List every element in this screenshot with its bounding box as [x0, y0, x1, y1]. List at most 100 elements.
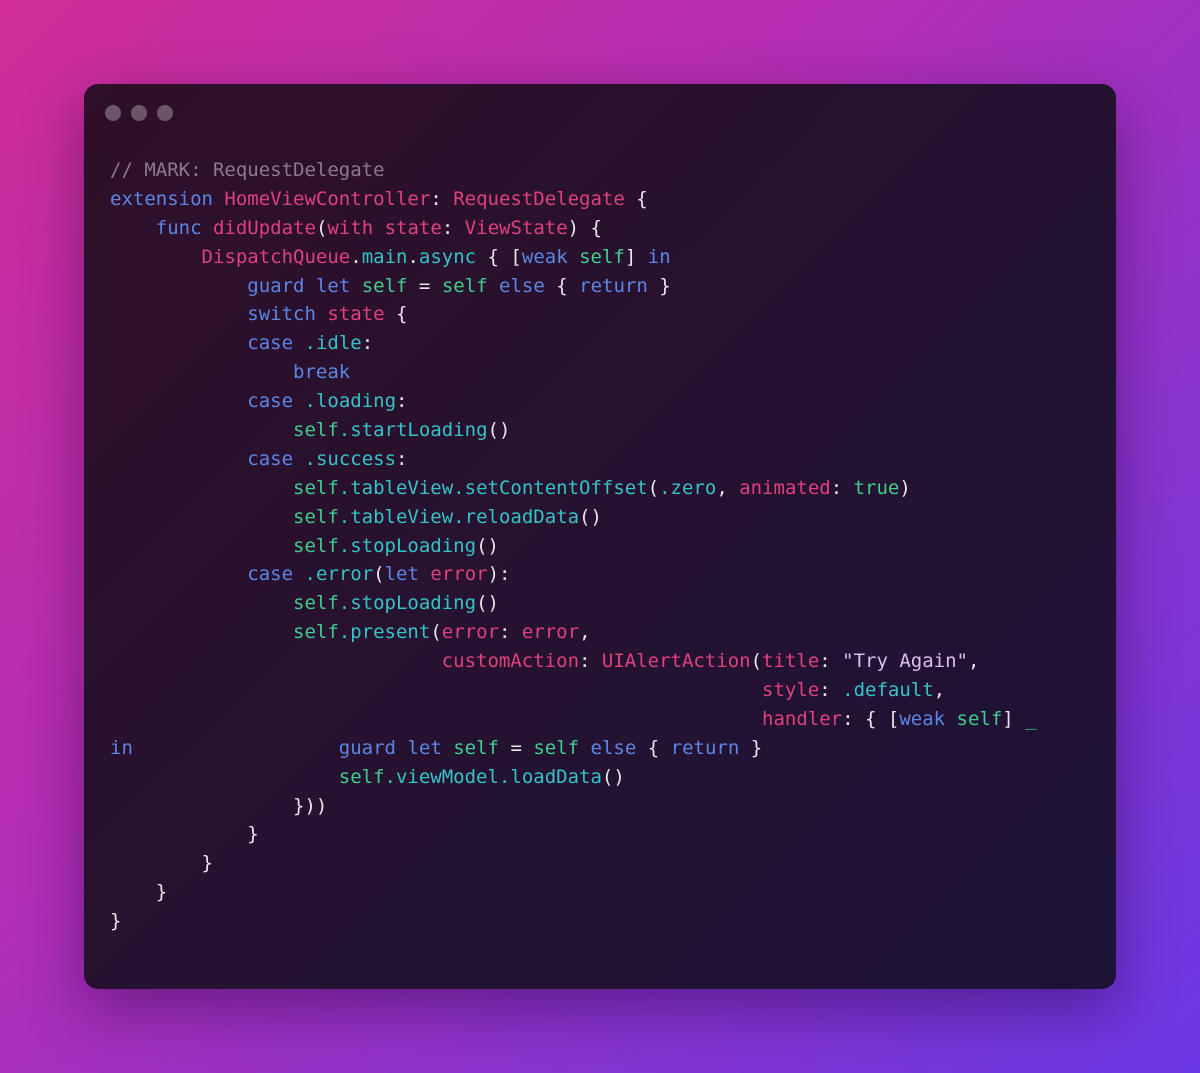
code-line: self.stopLoading() — [110, 589, 1037, 618]
identifier-token: DispatchQueue — [201, 245, 351, 268]
punctuation-token — [110, 332, 247, 354]
punctuation-token: ) — [899, 476, 911, 499]
member-token: .viewModel.loadData — [384, 765, 602, 788]
punctuation-token — [133, 737, 339, 759]
code-line: } — [110, 820, 1037, 849]
code-line: // MARK: RequestDelegate — [110, 156, 1037, 185]
punctuation-token — [110, 361, 293, 383]
member-token: .loading — [304, 390, 397, 413]
code-line: } — [110, 878, 1037, 907]
keyword-token: func — [155, 216, 202, 239]
self-token: self — [293, 592, 339, 615]
self-token: self — [293, 476, 339, 499]
code-line: self.viewModel.loadData() — [110, 763, 1037, 792]
keyword-token: guard — [338, 736, 396, 759]
punctuation-token: : — [498, 621, 522, 644]
punctuation-token — [202, 217, 213, 239]
member-token: .success — [304, 447, 397, 470]
punctuation-token: { [ — [476, 245, 522, 268]
identifier-token: error — [441, 621, 499, 644]
identifier-token: animated — [739, 476, 831, 499]
code-line: in guard let self = self else { return } — [110, 734, 1037, 763]
member-token: .error — [304, 563, 374, 586]
punctuation-token — [568, 246, 579, 268]
punctuation-token — [442, 737, 453, 759]
punctuation-token — [213, 188, 224, 210]
member-token: .present — [338, 621, 431, 644]
keyword-token: in — [110, 736, 133, 759]
punctuation-token: : { [ — [842, 707, 900, 730]
punctuation-token — [110, 621, 293, 643]
punctuation-token: ( — [430, 621, 442, 644]
comment-token: // MARK: RequestDelegate — [110, 159, 385, 181]
self-token: self — [453, 736, 499, 759]
punctuation-token: } — [110, 881, 168, 904]
punctuation-token — [110, 535, 293, 557]
punctuation-token: = — [499, 736, 534, 759]
code-line: case .success: — [110, 445, 1037, 474]
string-token: "Try Again" — [842, 650, 969, 673]
punctuation-token — [110, 246, 202, 268]
punctuation-token: . — [407, 245, 419, 268]
punctuation-token: ): — [487, 563, 511, 586]
punctuation-token: { — [624, 187, 648, 210]
code-line: style: .default, — [110, 676, 1037, 705]
punctuation-token — [110, 563, 247, 585]
member-token: main — [361, 245, 408, 268]
self-token: self — [293, 419, 339, 442]
punctuation-token — [316, 303, 327, 325]
punctuation-token: ( — [750, 650, 763, 673]
keyword-token: else — [590, 736, 637, 759]
punctuation-token — [110, 766, 339, 788]
identifier-token: error — [430, 563, 488, 586]
identifier-token: customAction — [441, 650, 580, 673]
identifier-token: RequestDelegate — [453, 187, 625, 210]
punctuation-token: , — [968, 650, 980, 673]
close-dot-icon[interactable] — [105, 105, 121, 121]
self-token: self — [293, 534, 339, 557]
punctuation-token — [293, 332, 304, 354]
punctuation-token: ] — [1002, 707, 1026, 730]
punctuation-token — [110, 592, 293, 614]
code-line: switch state { — [110, 300, 1037, 329]
identifier-token: state — [327, 303, 385, 326]
identifier-token: error — [521, 621, 580, 644]
member-token: .idle — [304, 332, 362, 355]
punctuation-token: ] — [624, 245, 648, 268]
punctuation-token: ( — [647, 476, 660, 499]
code-line: self.tableView.reloadData() — [110, 503, 1037, 532]
punctuation-token: : — [819, 679, 843, 702]
minimize-dot-icon[interactable] — [131, 105, 147, 121]
keyword-token: return — [579, 274, 648, 297]
punctuation-token: } — [739, 736, 763, 759]
window-controls — [105, 105, 173, 121]
punctuation-token: () — [601, 765, 625, 788]
code-line: self.present(error: error, — [110, 618, 1037, 647]
identifier-token: HomeViewController — [224, 187, 431, 210]
punctuation-token — [110, 679, 762, 701]
code-line: extension HomeViewController: RequestDel… — [110, 185, 1037, 214]
identifier-token: with — [327, 216, 374, 239]
maximize-dot-icon[interactable] — [157, 105, 173, 121]
keyword-token: case — [247, 390, 294, 413]
punctuation-token — [110, 708, 762, 730]
identifier-token: state — [384, 216, 442, 239]
keyword-token: in — [647, 245, 671, 268]
code-line: } — [110, 907, 1037, 936]
member-token: .stopLoading — [338, 592, 477, 615]
keyword-token: break — [293, 361, 351, 384]
self-token: self — [956, 707, 1003, 730]
keyword-token: case — [247, 332, 294, 355]
punctuation-token: : — [579, 650, 602, 673]
code-line: guard let self = self else { return } — [110, 272, 1037, 301]
punctuation-token: () — [579, 505, 602, 528]
punctuation-token: : — [441, 216, 465, 239]
code-line: case .idle: — [110, 329, 1037, 358]
punctuation-token: })) — [110, 794, 328, 817]
self-token: self — [579, 245, 625, 268]
punctuation-token: ) { — [567, 216, 602, 239]
punctuation-token — [110, 275, 247, 297]
punctuation-token — [945, 708, 956, 730]
identifier-token: didUpdate — [212, 216, 316, 239]
punctuation-token: , — [716, 476, 740, 499]
